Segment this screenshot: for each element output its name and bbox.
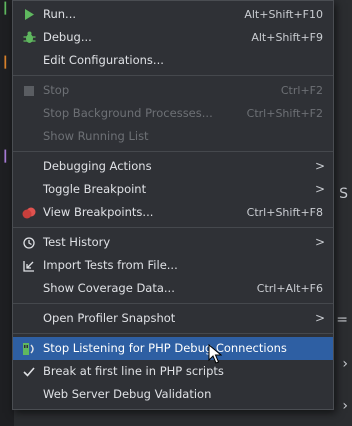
menu-item-run[interactable]: Run... Alt+Shift+F10	[13, 3, 333, 26]
menu-item-debugging-actions[interactable]: Debugging Actions >	[13, 155, 333, 178]
menu-item-label: Toggle Breakpoint	[43, 182, 147, 196]
run-menu-popup: Run... Alt+Shift+F10 Debug... Alt+Shift+…	[12, 0, 334, 410]
menu-separator	[13, 151, 333, 152]
menu-item-label: Test History	[43, 235, 111, 249]
menu-item-shortcut: Alt+Shift+F10	[244, 8, 323, 21]
gutter-glyph: ┃	[2, 150, 9, 163]
menu-item-shortcut: Ctrl+Shift+F2	[246, 107, 323, 120]
background-glyph: S	[339, 186, 348, 202]
php-listen-icon	[21, 337, 37, 360]
menu-item-label: View Breakpoints...	[43, 205, 154, 219]
menu-item-label: Stop Background Processes...	[43, 106, 213, 120]
menu-item-label: Import Tests from File...	[43, 258, 178, 272]
submenu-arrow-icon: >	[314, 182, 325, 196]
mouse-cursor-icon	[208, 344, 222, 364]
menu-item-show-coverage-data[interactable]: Show Coverage Data... Ctrl+Alt+F6	[13, 277, 333, 300]
menu-item-shortcut: Ctrl+Alt+F6	[256, 282, 323, 295]
menu-item-stop-listening-php-debug[interactable]: Stop Listening for PHP Debug Connections	[13, 337, 333, 360]
menu-item-web-server-debug-validation[interactable]: Web Server Debug Validation	[13, 383, 333, 406]
background-glyph: ›	[342, 356, 348, 372]
background-glyph: =	[336, 312, 348, 328]
menu-item-toggle-breakpoint[interactable]: Toggle Breakpoint >	[13, 178, 333, 201]
menu-item-test-history[interactable]: Test History >	[13, 231, 333, 254]
gutter-glyph: ┃	[2, 2, 9, 15]
menu-item-break-at-first-line[interactable]: Break at first line in PHP scripts	[13, 360, 333, 383]
stop-icon	[21, 79, 37, 102]
menu-item-view-breakpoints[interactable]: View Breakpoints... Ctrl+Shift+F8	[13, 201, 333, 224]
menu-separator	[13, 75, 333, 76]
run-icon	[21, 3, 37, 26]
menu-item-label: Show Running List	[43, 129, 149, 143]
menu-separator	[13, 227, 333, 228]
submenu-arrow-icon: >	[314, 311, 325, 325]
menu-item-shortcut: Ctrl+Shift+F8	[246, 206, 323, 219]
submenu-arrow-icon: >	[314, 159, 325, 173]
menu-item-open-profiler-snapshot[interactable]: Open Profiler Snapshot >	[13, 307, 333, 330]
gutter-glyph: ┃	[2, 56, 9, 69]
menu-item-stop-background-processes[interactable]: Stop Background Processes... Ctrl+Shift+…	[13, 102, 333, 125]
menu-item-label: Edit Configurations...	[43, 53, 164, 67]
background-glyph: ›	[342, 398, 348, 414]
breakpoints-icon	[21, 201, 37, 224]
menu-item-label: Stop	[43, 83, 70, 97]
menu-item-label: Debugging Actions	[43, 159, 152, 173]
menu-item-shortcut: Ctrl+F2	[280, 84, 323, 97]
menu-item-shortcut: Alt+Shift+F9	[251, 31, 323, 44]
debug-icon	[21, 26, 37, 49]
menu-item-label: Show Coverage Data...	[43, 281, 175, 295]
clock-icon	[21, 231, 37, 254]
menu-item-stop[interactable]: Stop Ctrl+F2	[13, 79, 333, 102]
menu-item-label: Stop Listening for PHP Debug Connections	[43, 341, 287, 355]
menu-separator	[13, 333, 333, 334]
menu-item-show-running-list[interactable]: Show Running List	[13, 125, 333, 148]
menu-item-import-tests-from-file[interactable]: Import Tests from File...	[13, 254, 333, 277]
import-icon	[21, 254, 37, 277]
menu-item-label: Break at first line in PHP scripts	[43, 364, 224, 378]
menu-separator	[13, 303, 333, 304]
menu-item-label: Debug...	[43, 30, 92, 44]
check-icon	[21, 360, 37, 383]
menu-item-label: Open Profiler Snapshot	[43, 311, 176, 325]
menu-item-debug[interactable]: Debug... Alt+Shift+F9	[13, 26, 333, 49]
menu-item-edit-configurations[interactable]: Edit Configurations...	[13, 49, 333, 72]
submenu-arrow-icon: >	[314, 235, 325, 249]
menu-item-label: Web Server Debug Validation	[43, 387, 212, 401]
menu-item-label: Run...	[43, 7, 77, 21]
